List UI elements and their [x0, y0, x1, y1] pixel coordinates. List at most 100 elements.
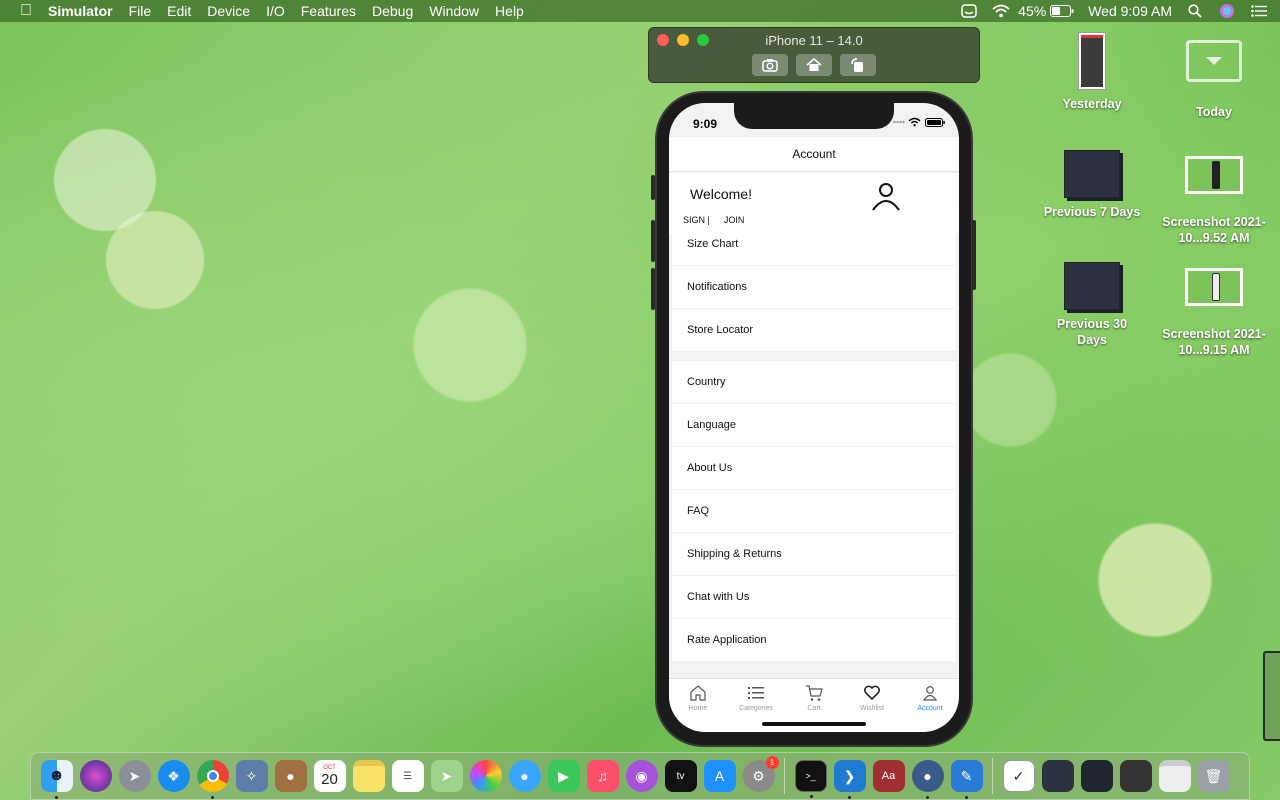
window-thumbnail-icon[interactable]	[1158, 760, 1191, 792]
welcome-section: Welcome! SIGN | JOIN	[669, 173, 959, 233]
dictionary-icon[interactable]: Aa	[872, 760, 905, 792]
downloads-stack-icon[interactable]: ✓	[1002, 760, 1035, 792]
menu-bar:  Simulator File Edit Device I/O Feature…	[0, 0, 1280, 22]
battery-icon[interactable]	[1050, 3, 1074, 19]
simulator-icon[interactable]: ✎	[950, 760, 983, 799]
screenshot-stack-thumbnail	[1064, 150, 1120, 198]
desktop-item-label: Yesterday	[1062, 97, 1122, 111]
preview-icon[interactable]: ✧	[235, 760, 268, 792]
menu-io[interactable]: I/O	[266, 3, 285, 19]
trash-icon[interactable]: 🗑	[1197, 760, 1230, 792]
contacts-icon[interactable]: ●	[274, 760, 307, 792]
music-icon[interactable]: ♫	[586, 760, 619, 792]
menu-item-about-us[interactable]: About Us	[672, 447, 956, 489]
desktop-file-screenshot-915[interactable]: Screenshot 2021-10...9.15 AM	[1154, 268, 1274, 358]
offscreen-window-edge[interactable]	[1263, 651, 1280, 741]
screenshot-stack-icon[interactable]	[1041, 760, 1074, 792]
menu-item-country[interactable]: Country	[672, 361, 956, 403]
podcasts-icon[interactable]: ◉	[625, 760, 658, 792]
menu-item-label: Size Chart	[687, 238, 739, 250]
menu-item-label: FAQ	[687, 505, 710, 517]
calendar-day: 20	[321, 771, 338, 788]
home-indicator[interactable]	[762, 722, 866, 726]
page-title: Account	[792, 147, 836, 161]
spotlight-search-icon[interactable]	[1186, 3, 1204, 19]
siri-icon[interactable]	[79, 760, 112, 792]
desktop-stack-yesterday[interactable]: Yesterday	[1042, 32, 1142, 112]
safari-icon[interactable]: ❖	[157, 760, 190, 792]
screenshot-thumbnail	[1185, 156, 1243, 194]
tab-account[interactable]: Account	[901, 679, 959, 732]
desktop-stack-today[interactable]: Today	[1164, 40, 1264, 120]
tab-home[interactable]: Home	[669, 679, 727, 732]
section-divider	[672, 352, 956, 361]
maps-icon[interactable]: ➤	[430, 760, 463, 792]
finder-icon[interactable]: ☻	[40, 760, 73, 799]
unknown-app-icon[interactable]: ●	[911, 760, 944, 799]
system-preferences-icon[interactable]: ⚙ 1	[742, 756, 779, 792]
cart-icon	[806, 685, 823, 701]
menu-item-store-locator[interactable]: Store Locator	[672, 309, 956, 351]
app-store-icon[interactable]: A	[703, 760, 736, 792]
desktop-stack-previous-30-days[interactable]: Previous 30 Days	[1042, 262, 1142, 348]
menu-debug[interactable]: Debug	[372, 3, 413, 19]
join-link[interactable]: JOIN	[724, 215, 745, 225]
notification-center-icon[interactable]	[1250, 3, 1268, 19]
menubar-clock[interactable]: Wed 9:09 AM	[1088, 3, 1172, 19]
menu-device[interactable]: Device	[207, 3, 250, 19]
home-button[interactable]	[796, 54, 832, 76]
screenshot-button[interactable]	[752, 54, 788, 76]
rotate-button[interactable]	[840, 54, 876, 76]
tab-label: Wishlist	[859, 705, 885, 712]
notes-icon[interactable]	[352, 760, 385, 792]
status-time: 9:09	[693, 117, 718, 131]
messages-icon[interactable]: ●	[508, 760, 541, 792]
menu-item-shipping-returns[interactable]: Shipping & Returns	[672, 533, 956, 575]
menu-window[interactable]: Window	[429, 3, 479, 19]
apple-menu-icon[interactable]: 	[20, 2, 32, 20]
rotate-icon	[851, 57, 863, 72]
menu-file[interactable]: File	[129, 3, 152, 19]
menu-item-faq[interactable]: FAQ	[672, 490, 956, 532]
vscode-icon[interactable]: ❯	[833, 760, 866, 799]
menu-features[interactable]: Features	[301, 3, 356, 19]
launchpad-icon[interactable]: ➤	[118, 760, 151, 792]
cellular-dots-icon	[893, 120, 905, 124]
camera-icon	[762, 59, 778, 72]
home-icon	[690, 685, 706, 701]
menu-edit[interactable]: Edit	[167, 3, 191, 19]
facetime-icon[interactable]: ▶	[547, 760, 580, 792]
calendar-icon[interactable]: OCT 20	[313, 760, 346, 792]
volume-up-button	[651, 220, 655, 262]
menu-item-label: Rate Application	[687, 634, 767, 646]
simulator-status-icon[interactable]	[960, 3, 978, 19]
menu-item-rate-application[interactable]: Rate Application	[672, 619, 956, 661]
menu-item-chat-with-us[interactable]: Chat with Us	[672, 576, 956, 618]
menu-app-name[interactable]: Simulator	[48, 3, 113, 19]
window-thumbnail-icon[interactable]	[1119, 760, 1152, 792]
notch	[734, 103, 894, 129]
silent-switch	[651, 175, 655, 200]
terminal-icon[interactable]: >_	[794, 760, 827, 798]
wifi-icon[interactable]	[992, 3, 1010, 19]
menu-item-size-chart[interactable]: Size Chart	[672, 230, 956, 265]
user-avatar-icon[interactable]	[869, 178, 903, 212]
desktop-file-screenshot-952[interactable]: Screenshot 2021-10...9.52 AM	[1154, 156, 1274, 246]
tab-label: Home	[688, 705, 708, 712]
menu-help[interactable]: Help	[495, 3, 524, 19]
chrome-icon[interactable]	[196, 760, 229, 799]
apple-tv-icon[interactable]: tv	[664, 760, 697, 792]
photos-icon[interactable]	[469, 760, 502, 792]
desktop-stack-previous-7-days[interactable]: Previous 7 Days	[1042, 150, 1142, 220]
window-thumbnail-icon[interactable]	[1080, 760, 1113, 792]
dock-separator	[784, 758, 785, 794]
simulator-window-titlebar[interactable]: iPhone 11 – 14.0	[648, 27, 980, 83]
tab-label: Cart	[807, 705, 821, 712]
menu-item-label: Language	[687, 419, 736, 431]
siri-icon[interactable]	[1218, 3, 1236, 19]
welcome-text: Welcome!	[690, 186, 752, 202]
sign-in-link[interactable]: SIGN |	[683, 215, 710, 225]
menu-item-notifications[interactable]: Notifications	[672, 266, 956, 308]
menu-item-language[interactable]: Language	[672, 404, 956, 446]
reminders-icon[interactable]: ☰	[391, 760, 424, 792]
